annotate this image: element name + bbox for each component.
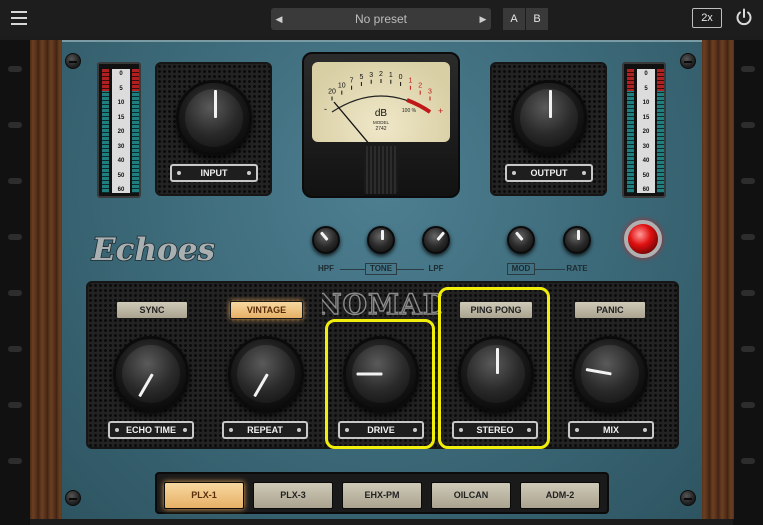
meter-scale-tick: 30 — [642, 143, 650, 150]
vu-scale-number: 10 — [338, 83, 346, 90]
tone-knob[interactable] — [367, 226, 395, 254]
repeat-label: REPEAT — [222, 421, 308, 439]
model-button-ehx-pm[interactable]: EHX-PM — [342, 482, 422, 509]
meter-scale-tick: 50 — [117, 172, 125, 179]
screw-icon — [680, 490, 696, 506]
vu-scale-number: 7 — [350, 78, 354, 85]
meter-scale-tick: 5 — [644, 85, 648, 92]
model-button-adm-2[interactable]: ADM-2 — [520, 482, 600, 509]
hpf-label: HPF — [318, 264, 334, 273]
meter-scale-tick: 10 — [642, 100, 650, 106]
triangle-left-icon[interactable]: ◀ — [271, 8, 287, 30]
echoes-logo: Echoes — [90, 231, 216, 269]
stereo-knob[interactable] — [458, 336, 534, 412]
vu-scale-number: 5 — [359, 74, 363, 81]
a-button[interactable]: A — [503, 8, 525, 30]
input-level-meter: 0 5 10 15 20 30 40 50 60 — [97, 62, 141, 198]
vu-scale-number: 0 — [399, 74, 403, 81]
screw-icon — [65, 53, 81, 69]
vu-meter-scale: 201075 3 2 1 0123 - + 100 % dB MODEL 2742 — [324, 71, 443, 142]
meter-scale-tick: 15 — [117, 114, 125, 121]
vu-meter-face: 20 10 7 5 3 2 1 0 1 2 3 - + 100 % dB MODEL 2742 — [312, 62, 450, 142]
model-button-plx-3[interactable]: PLX-3 — [253, 482, 333, 509]
input-label: INPUT — [170, 164, 258, 182]
meter-scale-tick: 20 — [117, 129, 125, 135]
svg-text:NOMAD: NOMAD — [322, 288, 442, 320]
sync-button[interactable]: SYNC — [116, 301, 188, 319]
repeat-knob[interactable] — [228, 336, 304, 412]
preset-name[interactable]: No preset — [287, 8, 475, 30]
wood-side-right — [701, 40, 734, 519]
vu-model-number: 2742 — [375, 126, 386, 132]
drive-knob[interactable] — [343, 336, 419, 412]
lpf-label: LPF — [428, 264, 444, 273]
plugin-window: ◀ No preset ▶ A B 2x 0 5 10 15 20 30 40 50 60 — [0, 0, 763, 525]
nomad-logo: NOMAD — [322, 288, 442, 320]
hamburger-menu-icon[interactable] — [11, 11, 27, 25]
vu-scale-number: 1 — [389, 72, 393, 79]
preset-selector[interactable]: ◀ No preset ▶ — [271, 8, 491, 30]
echo-time-label: ECHO TIME — [108, 421, 194, 439]
vintage-button[interactable]: VINTAGE — [230, 301, 303, 319]
rack-rail-right — [733, 40, 763, 525]
mod-label: MOD — [507, 263, 535, 275]
mix-knob[interactable] — [572, 336, 648, 412]
triangle-right-icon[interactable]: ▶ — [475, 8, 491, 30]
screw-icon — [65, 490, 81, 506]
vu-scale-number: 1 — [408, 78, 412, 85]
meter-scale-tick: 60 — [117, 187, 125, 193]
meter-scale-tick: 15 — [642, 114, 650, 121]
meter-scale-tick: 30 — [117, 143, 125, 150]
vu-meter: 20 10 7 5 3 2 1 0 1 2 3 - + 100 % dB MODEL 2742 — [302, 52, 460, 198]
screw-icon — [680, 53, 696, 69]
echo-time-knob[interactable] — [113, 336, 189, 412]
vu-meter-base — [364, 146, 398, 194]
vu-plus-sign: + — [438, 106, 443, 116]
meter-scale-tick: 20 — [642, 129, 650, 135]
mod-knob[interactable] — [507, 226, 535, 254]
vu-scale-number: 2 — [418, 83, 422, 90]
top-bar: ◀ No preset ▶ A B 2x — [0, 0, 763, 38]
mix-label: MIX — [568, 421, 654, 439]
model-selector: PLX-1 PLX-3 EHX-PM OILCAN ADM-2 — [155, 472, 609, 514]
vu-unit: dB — [375, 108, 388, 119]
zoom-button[interactable]: 2x — [692, 8, 722, 28]
hpf-knob[interactable] — [312, 226, 340, 254]
rate-knob[interactable] — [563, 226, 591, 254]
vu-minus-sign: - — [324, 104, 327, 114]
model-button-oilcan[interactable]: OILCAN — [431, 482, 511, 509]
wood-side-left — [30, 40, 63, 519]
power-lamp[interactable] — [624, 220, 662, 258]
b-button[interactable]: B — [526, 8, 548, 30]
meter-scale-tick: 0 — [644, 71, 648, 77]
vu-scale-number: 3 — [369, 72, 373, 79]
ping-pong-button[interactable]: PING PONG — [459, 301, 533, 319]
vu-scale-number: 20 — [328, 89, 336, 96]
svg-text:Echoes: Echoes — [91, 232, 215, 268]
meter-scale-tick: 40 — [642, 158, 650, 164]
stereo-label: STEREO — [452, 421, 538, 439]
vu-scale-number: 3 — [428, 89, 432, 96]
meter-scale-tick: 60 — [642, 187, 650, 193]
power-icon[interactable] — [735, 8, 753, 26]
rack-rail-left — [0, 40, 30, 525]
output-level-meter: 0 5 10 15 20 30 40 50 60 — [622, 62, 666, 198]
output-knob[interactable] — [511, 80, 587, 156]
drive-label: DRIVE — [338, 421, 424, 439]
output-label: OUTPUT — [505, 164, 593, 182]
lpf-knob[interactable] — [422, 226, 450, 254]
meter-scale-tick: 5 — [119, 85, 123, 92]
meter-scale-tick: 0 — [119, 71, 123, 77]
meter-scale-tick: 40 — [117, 158, 125, 164]
panic-button[interactable]: PANIC — [574, 301, 646, 319]
tone-label: TONE — [365, 263, 397, 275]
meter-scale-tick: 50 — [642, 172, 650, 179]
rate-label: RATE — [566, 264, 588, 273]
model-button-plx-1[interactable]: PLX-1 — [164, 482, 244, 509]
vu-model-label: MODEL — [373, 120, 390, 125]
vu-percent: 100 % — [402, 108, 417, 114]
vu-scale-number: 2 — [379, 71, 383, 78]
meter-scale-tick: 10 — [117, 100, 125, 106]
input-knob[interactable] — [176, 80, 252, 156]
